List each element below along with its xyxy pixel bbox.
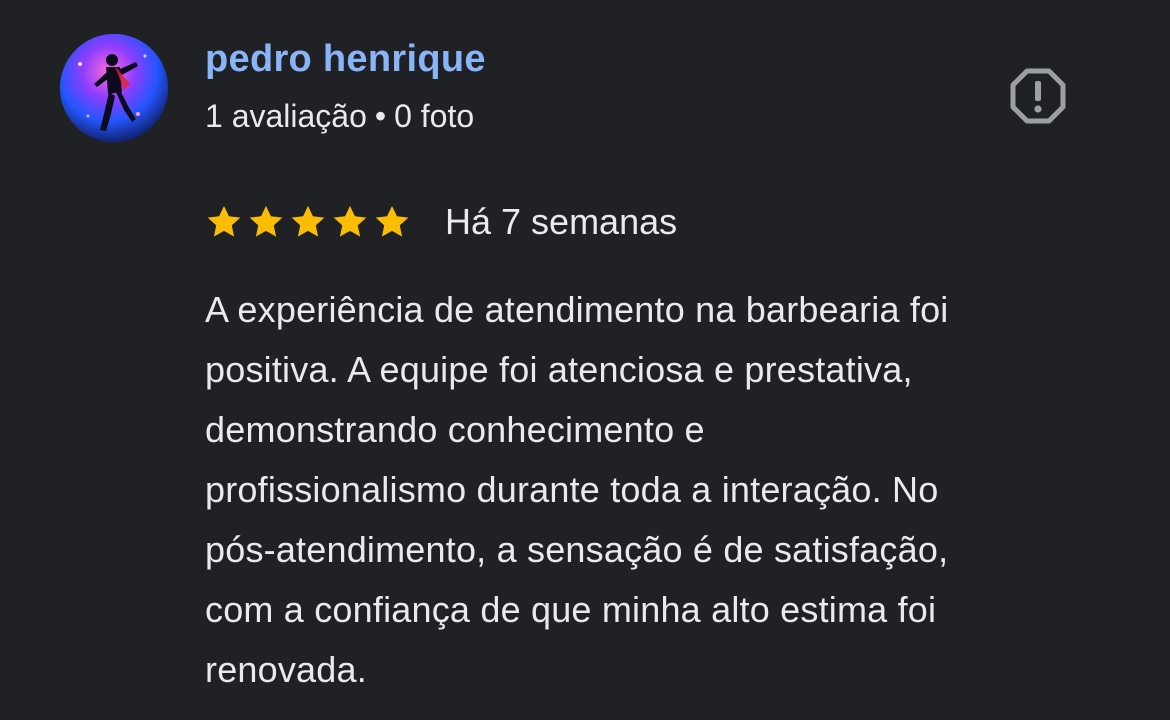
star-icon <box>291 205 325 237</box>
review-date: Há 7 semanas <box>445 201 678 242</box>
rating-row: Há 7 semanas <box>205 200 677 244</box>
review-text-line: renovada. <box>205 649 367 690</box>
review-text-line: pós-atendimento, a sensação é de satisfa… <box>205 529 949 570</box>
author-name[interactable]: pedro henrique <box>205 38 486 81</box>
star-icon <box>375 205 409 237</box>
avatar[interactable] <box>60 34 168 142</box>
star-icon <box>207 205 241 237</box>
report-button[interactable] <box>1008 66 1068 126</box>
meta-separator: • <box>374 98 387 134</box>
report-icon <box>1010 68 1066 124</box>
reviews-count: 1 avaliação <box>205 98 367 134</box>
star-icon <box>249 205 283 237</box>
star-rating <box>205 203 411 241</box>
review-text: A experiência de atendimento na barbeari… <box>205 280 1105 700</box>
review-text-line: positiva. A equipe foi atenciosa e prest… <box>205 349 913 390</box>
review-text-line: com a confiança de que minha alto estima… <box>205 589 937 630</box>
photos-count: 0 foto <box>394 98 475 134</box>
author-meta: 1 avaliação • 0 foto <box>205 98 474 135</box>
review-text-line: demonstrando conhecimento e <box>205 409 705 450</box>
avatar-image <box>60 34 168 142</box>
review-text-line: A experiência de atendimento na barbeari… <box>205 289 949 330</box>
review-text-line: profissionalismo durante toda a interaçã… <box>205 469 939 510</box>
star-icon <box>333 205 367 237</box>
